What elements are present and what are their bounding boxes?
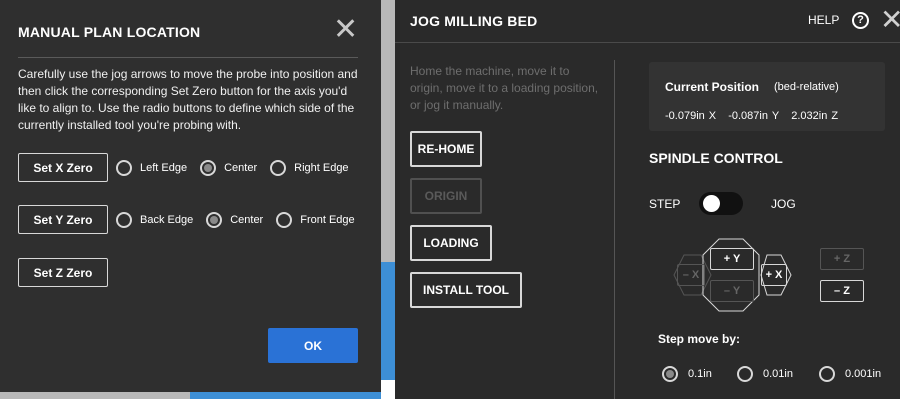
jog-minus-z-button[interactable]: – Z [820, 280, 864, 302]
background-app-strip [381, 0, 395, 399]
jog-minus-x-button[interactable]: – X [677, 264, 705, 286]
rehome-button[interactable]: RE-HOME [410, 131, 482, 167]
front-edge-label[interactable]: Front Edge [300, 214, 354, 226]
jog-panel: JOG MILLING BED HELP ? ✕ Home the machin… [395, 0, 900, 399]
modal-title: MANUAL PLAN LOCATION [18, 24, 201, 40]
close-icon[interactable]: ✕ [880, 6, 900, 34]
center-label[interactable]: Center [230, 214, 263, 226]
ok-button[interactable]: OK [268, 328, 358, 363]
position-qualifier: (bed-relative) [774, 81, 839, 93]
step-jog-toggle[interactable] [699, 192, 743, 215]
jog-description: Home the machine, move it to origin, mov… [410, 64, 599, 112]
background-app-bottom [0, 392, 381, 399]
step-option-label: 0.1in [688, 368, 712, 380]
set-x-zero-button[interactable]: Set X Zero [18, 153, 108, 182]
position-y: -0.087in Y [728, 110, 780, 122]
close-icon[interactable]: ✕ [333, 15, 358, 45]
radio-icon[interactable] [276, 212, 293, 228]
position-values: -0.079in X -0.087in Y 2.032in Z [665, 110, 846, 122]
modal-description: Carefully use the jog arrows to move the… [18, 67, 358, 132]
background-blue-area [381, 262, 395, 399]
radio-icon[interactable] [116, 212, 132, 228]
y-edge-options: Back Edge Center Front Edge [116, 212, 368, 228]
loading-button[interactable]: LOADING [410, 225, 492, 261]
jog-plus-x-button[interactable]: + X [761, 264, 787, 286]
background-white-area [381, 380, 395, 399]
step-label: STEP [649, 197, 681, 211]
radio-icon[interactable] [270, 160, 287, 176]
set-y-zero-button[interactable]: Set Y Zero [18, 205, 108, 234]
step-option-label: 0.001in [845, 368, 882, 380]
set-z-zero-button[interactable]: Set Z Zero [18, 258, 108, 287]
radio-selected-icon[interactable] [200, 160, 217, 176]
step-option-0-01[interactable]: 0.01in [737, 366, 793, 382]
manual-plan-location-modal: MANUAL PLAN LOCATION ✕ Carefully use the… [0, 0, 381, 392]
radio-icon[interactable] [116, 160, 132, 176]
back-edge-label[interactable]: Back Edge [140, 214, 193, 226]
modal-divider [18, 57, 358, 58]
position-z: 2.032in Z [791, 110, 839, 122]
radio-icon[interactable] [737, 366, 753, 382]
jog-pad: – X + Y – Y + X + Z – Z [669, 237, 869, 312]
help-icon[interactable]: ? [852, 12, 869, 29]
position-x: -0.079in X [665, 110, 717, 122]
step-option-0-001[interactable]: 0.001in [819, 366, 881, 382]
jog-plus-y-button[interactable]: + Y [710, 248, 754, 270]
radio-selected-icon[interactable] [662, 366, 678, 382]
toggle-knob [703, 195, 720, 212]
screen: JOG MILLING BED HELP ? ✕ Home the machin… [0, 0, 900, 399]
background-blue-area-bottom [190, 392, 381, 399]
jog-label: JOG [771, 197, 796, 211]
install-tool-button[interactable]: INSTALL TOOL [410, 272, 522, 308]
step-option-label: 0.01in [763, 368, 793, 380]
radio-icon[interactable] [819, 366, 835, 382]
jog-minus-y-button[interactable]: – Y [710, 280, 754, 302]
step-move-label: Step move by: [658, 332, 741, 346]
radio-selected-icon[interactable] [206, 212, 223, 228]
jog-title: JOG MILLING BED [410, 13, 538, 29]
jog-column-divider [614, 60, 615, 399]
help-link[interactable]: HELP [808, 13, 839, 27]
x-edge-options: Left Edge Center Right Edge [116, 160, 362, 176]
step-option-0-1[interactable]: 0.1in [662, 366, 712, 382]
spindle-control-title: SPINDLE CONTROL [649, 150, 783, 166]
current-position-box: Current Position (bed-relative) -0.079in… [649, 62, 885, 131]
jog-header-divider [395, 42, 900, 43]
position-title: Current Position [665, 80, 760, 94]
jog-plus-z-button[interactable]: + Z [820, 248, 864, 270]
center-label[interactable]: Center [224, 162, 257, 174]
origin-button[interactable]: ORIGIN [410, 178, 482, 214]
right-edge-label[interactable]: Right Edge [294, 162, 348, 174]
left-edge-label[interactable]: Left Edge [140, 162, 187, 174]
